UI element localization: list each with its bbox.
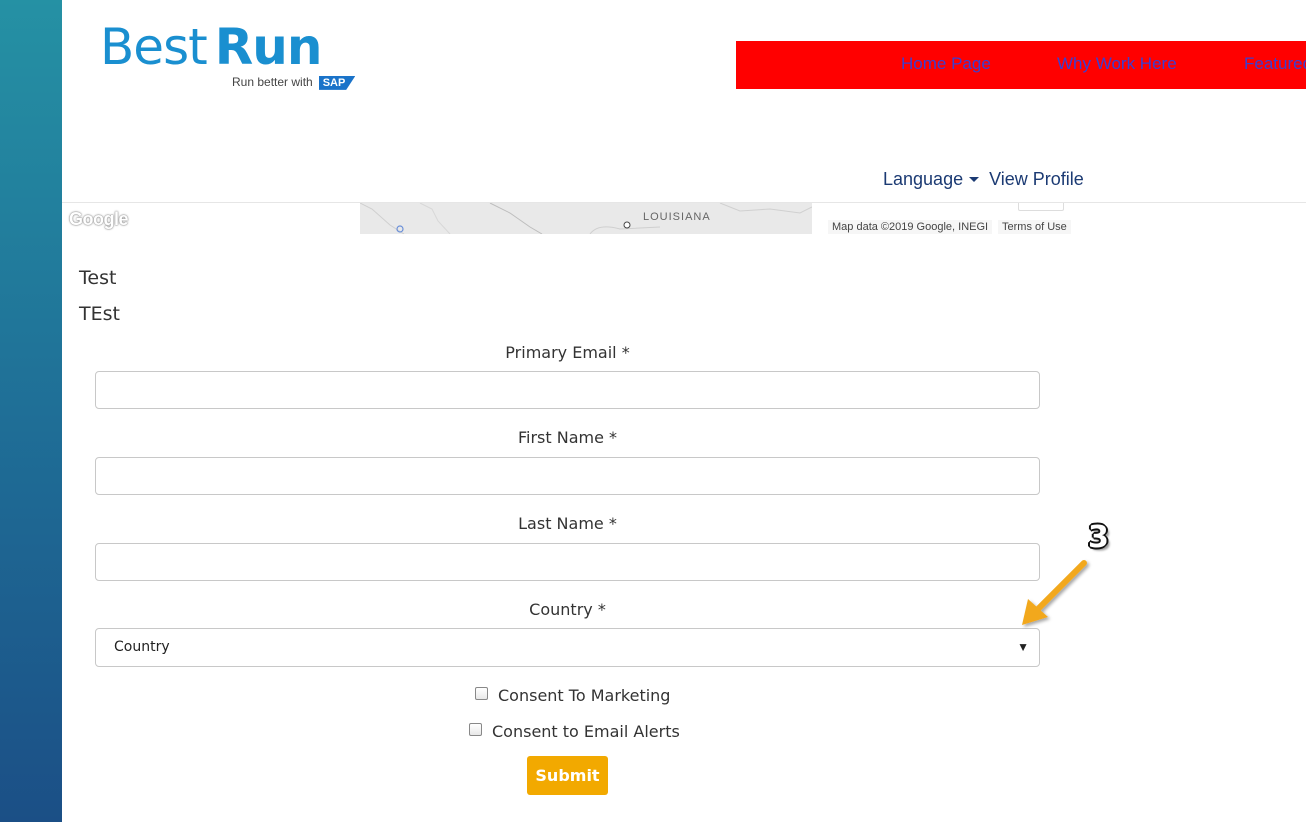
first-name-label: First Name * [517, 428, 618, 447]
logo-best-text: Best [100, 18, 208, 76]
primary-email-label: Primary Email * [505, 343, 630, 362]
nav-home-page[interactable]: Home Page [901, 54, 991, 74]
language-label: Language [883, 169, 964, 189]
submit-button[interactable]: Submit [527, 756, 608, 795]
google-map-logo: Google [69, 209, 129, 229]
map-roads [360, 203, 812, 234]
view-profile-link[interactable]: View Profile [989, 169, 1084, 189]
top-navigation: Home Page Why Work Here Featured [736, 41, 1306, 89]
content-text-line: TEst [79, 303, 120, 325]
logo-run-text: Run [214, 18, 323, 76]
callout-arrow-icon [1022, 560, 1087, 625]
country-select[interactable]: Country ▼ [95, 628, 1040, 667]
consent-email-label[interactable]: Consent to Email Alerts [492, 722, 680, 741]
dropdown-arrow-icon: ▼ [1017, 640, 1029, 654]
nav-featured[interactable]: Featured [1244, 54, 1306, 74]
logo-wordmark: Best Run [100, 18, 323, 76]
country-label: Country * [529, 600, 606, 619]
content-text-line: Test [79, 267, 117, 289]
first-name-field[interactable] [95, 457, 1040, 495]
primary-email-field[interactable] [95, 371, 1040, 409]
map-control-button[interactable] [1018, 203, 1064, 211]
language-menu[interactable]: Language [883, 169, 989, 189]
bestrun-logo[interactable]: Best Run Run better with SAP [100, 18, 370, 98]
logo-tagline: Run better with SAP [232, 75, 356, 90]
consent-marketing-row: Consent To Marketing [475, 686, 670, 705]
map-state-label: LOUISIANA [643, 211, 711, 223]
last-name-field[interactable] [95, 543, 1040, 581]
consent-email-row: Consent to Email Alerts [469, 722, 680, 741]
nav-why-work-here[interactable]: Why Work Here [1057, 54, 1177, 74]
map-terms-link[interactable]: Terms of Use [998, 220, 1071, 234]
last-name-label: Last Name * [518, 514, 617, 533]
utility-bar: Language View Profile [883, 169, 1084, 190]
consent-marketing-label[interactable]: Consent To Marketing [498, 686, 670, 705]
side-decoration-bar [0, 0, 62, 822]
country-selected-value: Country [114, 639, 170, 655]
consent-email-checkbox[interactable] [469, 723, 482, 736]
caret-down-icon [969, 176, 980, 182]
sap-badge: SAP [318, 75, 356, 90]
map-attribution: Map data ©2019 Google, INEGI [828, 220, 993, 234]
tagline-text: Run better with [232, 75, 313, 89]
consent-marketing-checkbox[interactable] [475, 687, 488, 700]
map-embed[interactable]: Google LOUISIANA Map data ©2019 Google, … [62, 203, 1074, 234]
step-number-callout: 3 [1088, 520, 1109, 555]
